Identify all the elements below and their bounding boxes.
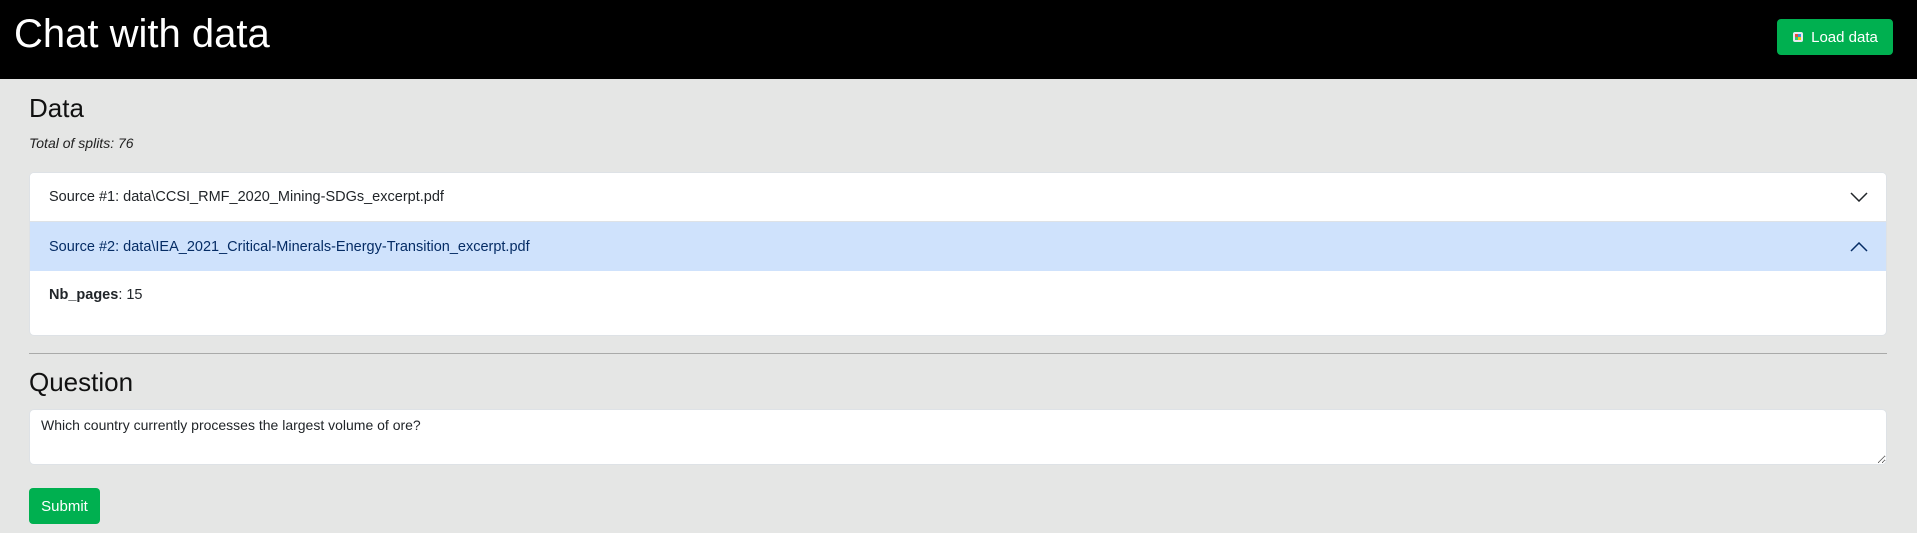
nb-pages-key: Nb_pages (49, 287, 119, 303)
nb-pages-value: : 15 (118, 287, 143, 303)
question-section-title: Question (29, 367, 134, 397)
source-2-label: Source #2: data\IEA_2021_Critical-Minera… (49, 238, 530, 255)
source-1-header[interactable]: Source #1: data\CCSI_RMF_2020_Mining-SDG… (30, 173, 1886, 222)
question-input[interactable]: Which country currently processes the la… (29, 409, 1887, 465)
app-title: Chat with data (14, 12, 270, 56)
source-2-body: Nb_pages: 15 (49, 287, 143, 303)
section-divider (29, 353, 1887, 354)
source-1-label: Source #1: data\CCSI_RMF_2020_Mining-SDG… (49, 189, 444, 205)
source-2-header[interactable]: Source #2: data\IEA_2021_Critical-Minera… (30, 222, 1886, 271)
database-icon (1793, 32, 1804, 42)
total-splits-text: Total of splits: 76 (29, 135, 134, 151)
submit-button[interactable]: Submit (29, 488, 100, 524)
data-section-title: Data (29, 93, 84, 123)
load-data-label: Load data (1811, 28, 1878, 46)
chevron-up-icon (1850, 241, 1868, 252)
chevron-down-icon (1850, 192, 1868, 202)
app-header: Chat with data Load data (0, 0, 1917, 79)
sources-accordion: Source #1: data\CCSI_RMF_2020_Mining-SDG… (29, 172, 1887, 336)
load-data-button[interactable]: Load data (1777, 19, 1893, 55)
